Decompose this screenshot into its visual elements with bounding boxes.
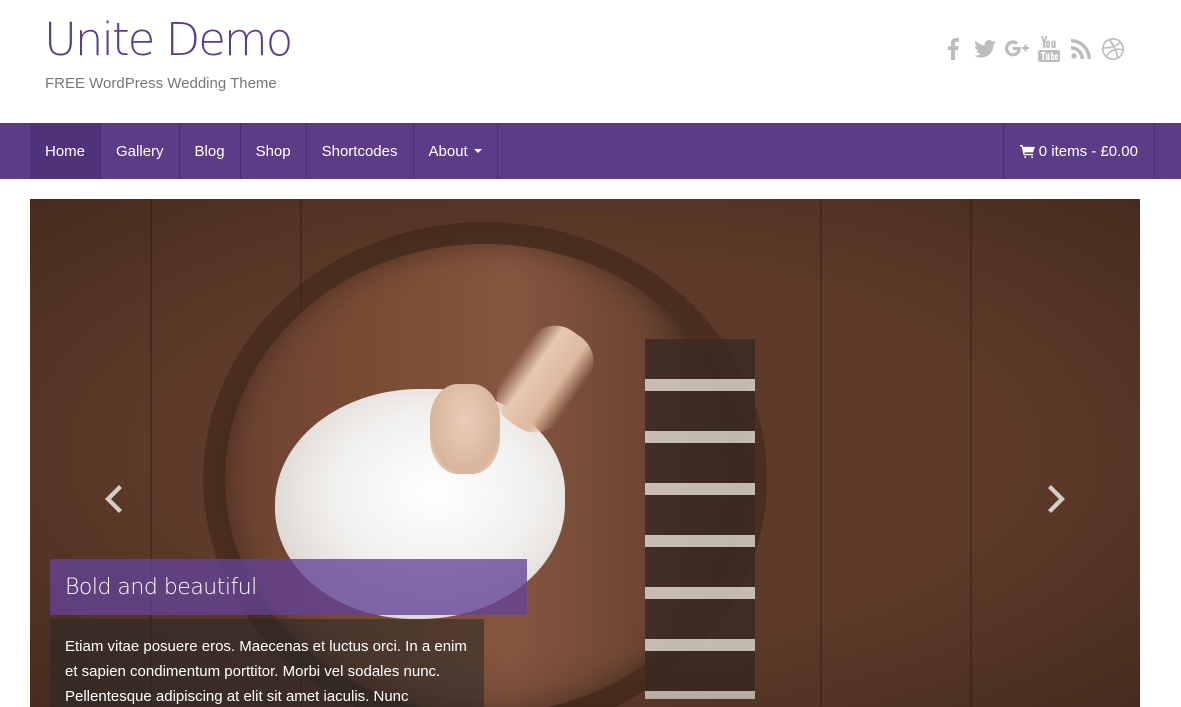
twitter-icon[interactable] xyxy=(969,34,1001,64)
chevron-right-icon xyxy=(1048,485,1065,513)
slider-next-button[interactable] xyxy=(1044,484,1074,514)
rss-icon[interactable] xyxy=(1065,34,1097,64)
google-plus-icon[interactable] xyxy=(1001,34,1033,64)
nav-item-shortcodes[interactable]: Shortcodes xyxy=(307,123,414,179)
cart-link[interactable]: 0 items - £0.00 xyxy=(1002,123,1155,179)
nav-item-blog[interactable]: Blog xyxy=(180,123,241,179)
slide-caption-title-text: Bold and beautiful xyxy=(65,574,257,600)
nav-item-shop[interactable]: Shop xyxy=(241,123,307,179)
nav-item-label: Gallery xyxy=(116,142,164,160)
shopping-cart-icon xyxy=(1019,144,1035,158)
slider-prev-button[interactable] xyxy=(96,484,126,514)
nav-item-home[interactable]: Home xyxy=(30,123,102,179)
nav-item-label: Shortcodes xyxy=(321,142,398,160)
nav-item-gallery[interactable]: Gallery xyxy=(101,123,180,179)
site-title[interactable]: Unite Demo xyxy=(44,12,293,68)
slide-caption-title: Bold and beautiful xyxy=(50,559,527,615)
site-header: Unite Demo FREE WordPress Wedding Theme xyxy=(0,0,1181,123)
facebook-icon[interactable] xyxy=(937,34,969,64)
cart-summary: 0 items - £0.00 xyxy=(1038,142,1138,160)
nav-menu: Home Gallery Blog Shop Shortcodes About xyxy=(30,123,498,179)
chevron-left-icon xyxy=(105,485,122,513)
nav-item-label: Blog xyxy=(194,142,225,160)
dribbble-icon[interactable] xyxy=(1097,34,1129,64)
nav-item-label: Home xyxy=(45,142,86,160)
hero-slider: Bold and beautiful Etiam vitae posuere e… xyxy=(30,199,1140,707)
nav-item-label: About xyxy=(428,142,468,160)
caret-down-icon xyxy=(473,149,482,153)
nav-item-about[interactable]: About xyxy=(414,123,498,179)
site-description: FREE WordPress Wedding Theme xyxy=(45,75,277,92)
slide-caption-text: Etiam vitae posuere eros. Maecenas et lu… xyxy=(65,638,467,705)
main-navigation: Home Gallery Blog Shop Shortcodes About … xyxy=(0,123,1181,179)
youtube-icon[interactable] xyxy=(1033,34,1065,64)
slide-caption-body: Etiam vitae posuere eros. Maecenas et lu… xyxy=(50,619,484,707)
social-links xyxy=(937,34,1129,64)
nav-item-label: Shop xyxy=(255,142,291,160)
